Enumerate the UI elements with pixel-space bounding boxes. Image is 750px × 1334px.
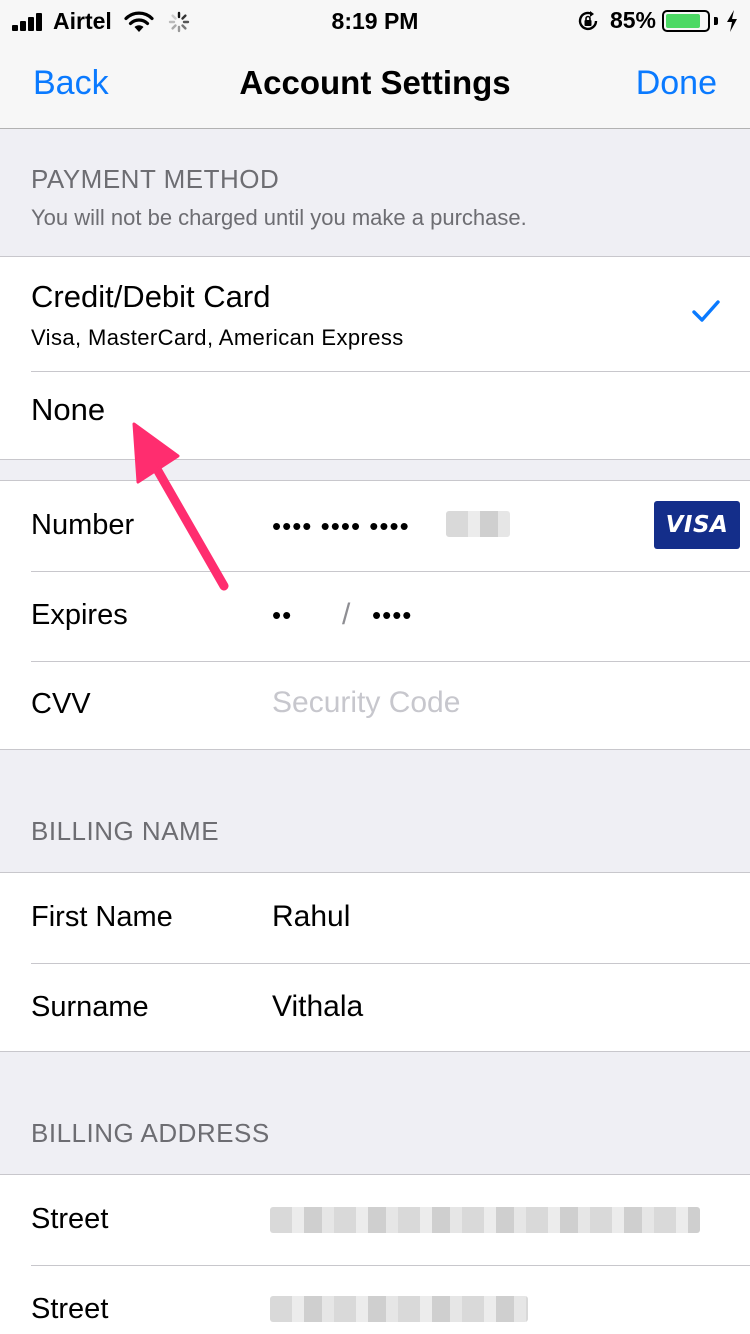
billing-address-header: BILLING ADDRESS [31, 1118, 270, 1148]
payment-option-credit-card[interactable]: Credit/Debit Card Visa, MasterCard, Amer… [0, 257, 750, 371]
payment-option-subtitle: Visa, MasterCard, American Express [31, 325, 404, 350]
annotation-arrow-icon [132, 422, 229, 591]
battery-tip [714, 16, 718, 25]
first-name-field[interactable]: Rahul [272, 900, 350, 934]
card-last-digits-redacted [446, 511, 510, 537]
billing-address-group: Street Street [0, 1174, 750, 1334]
surname-label: Surname [31, 991, 149, 1023]
done-button[interactable]: Done [636, 64, 717, 103]
street-label: Street [31, 1203, 109, 1235]
street-label: Street [31, 1293, 109, 1325]
battery-fill [666, 13, 700, 28]
first-name-label: First Name [31, 901, 173, 933]
street-value-redacted[interactable] [270, 1207, 700, 1233]
cvv-input[interactable]: Security Code [272, 686, 460, 720]
surname-field[interactable]: Vithala [272, 990, 363, 1024]
card-number-label: Number [31, 509, 135, 541]
checkmark-icon [692, 300, 720, 322]
card-expires-label: Expires [31, 599, 128, 631]
card-details-group: Number •••• •••• •••• VISA Expires •• / … [0, 480, 750, 750]
battery-percent: 85% [609, 7, 656, 33]
surname-row[interactable]: Surname Vithala [0, 964, 750, 1052]
payment-option-title: Credit/Debit Card [31, 279, 271, 314]
card-expiry-row[interactable]: Expires •• / •••• [0, 572, 750, 661]
nav-bar: Back Account Settings Done [0, 40, 750, 129]
street-row-1[interactable]: Street [0, 1175, 750, 1265]
billing-name-group: First Name Rahul Surname Vithala [0, 872, 750, 1052]
first-name-row[interactable]: First Name Rahul [0, 873, 750, 963]
expiry-year-field[interactable]: •••• [372, 600, 412, 631]
status-bar: Airtel 8:19 PM 85% [0, 0, 750, 40]
cvv-row[interactable]: CVV Security Code [0, 662, 750, 750]
street-value-redacted[interactable] [270, 1296, 528, 1322]
visa-logo: VISA [654, 501, 740, 549]
payment-method-subheader: You will not be charged until you make a… [31, 205, 527, 230]
status-right: 85% [576, 7, 738, 34]
payment-option-title: None [31, 392, 106, 427]
street-row-2[interactable]: Street [0, 1266, 750, 1334]
battery-icon [662, 9, 710, 32]
card-number-row[interactable]: Number •••• •••• •••• VISA [0, 481, 750, 571]
card-number-value: •••• •••• •••• [272, 511, 410, 541]
billing-name-header: BILLING NAME [31, 816, 220, 846]
expiry-month-field[interactable]: •• [272, 600, 292, 631]
payment-option-none[interactable]: None [0, 372, 750, 460]
cvv-label: CVV [31, 688, 91, 720]
payment-method-group: Credit/Debit Card Visa, MasterCard, Amer… [0, 256, 750, 460]
rotation-lock-icon [578, 10, 598, 30]
charging-bolt-icon [727, 9, 737, 32]
payment-method-header: PAYMENT METHOD [31, 164, 280, 194]
expiry-separator: / [342, 598, 351, 631]
